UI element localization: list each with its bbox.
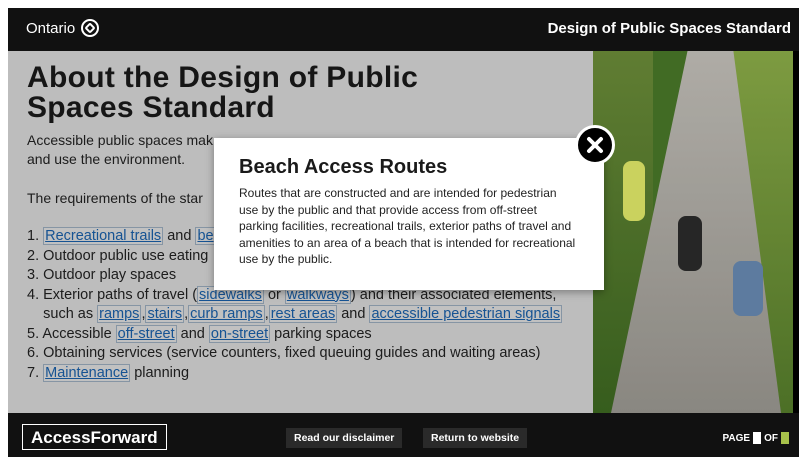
recreational-trails-link[interactable]: Recreational trails (43, 227, 164, 245)
ontario-trillium-icon (81, 19, 100, 37)
page-label: PAGE (722, 432, 751, 444)
runner-figure (623, 161, 645, 221)
stairs-link[interactable]: stairs (145, 305, 185, 323)
runner-figure (678, 216, 702, 271)
list-text: such as (43, 306, 94, 322)
close-icon (587, 137, 603, 153)
read-disclaimer-button[interactable]: Read our disclaimer (286, 428, 403, 448)
of-label: OF (764, 432, 778, 444)
page-current (753, 432, 762, 444)
runners-photo (593, 51, 793, 413)
list-text: and (167, 228, 192, 244)
rest-areas-link[interactable]: rest areas (268, 305, 338, 323)
item-number: 1. (27, 228, 40, 244)
definition-popup: Beach Access Routes Routes that are cons… (214, 138, 604, 290)
list-text: parking spaces (274, 325, 372, 342)
close-button[interactable] (575, 125, 615, 165)
on-street-link[interactable]: on-street (208, 324, 271, 343)
top-bar: Ontario Design of Public Spaces Standard (8, 8, 799, 51)
page-title: About the Design of Public Spaces Standa… (27, 61, 419, 124)
maintenance-link[interactable]: Maintenance (43, 363, 131, 382)
ontario-label: Ontario (26, 19, 76, 37)
page-total (781, 432, 789, 444)
list-text: planning (134, 364, 190, 381)
curb-ramps-link[interactable]: curb ramps (188, 305, 265, 323)
accessible-pedestrian-signals-link[interactable]: accessible pedestrian signals (369, 305, 563, 323)
off-street-link[interactable]: off-street (115, 324, 177, 343)
popup-title: Beach Access Routes (239, 156, 448, 178)
return-to-website-button[interactable]: Return to website (423, 428, 528, 448)
list-item: 6. Obtaining services (service counters,… (27, 345, 541, 361)
page-indicator: PAGE OF (722, 432, 789, 444)
accessforward-logo: AccessForward (22, 424, 167, 450)
list-item: 7. Maintenance planning (27, 363, 562, 384)
list-text: and (341, 306, 366, 322)
list-text: 5. Accessible (27, 325, 112, 342)
list-item: such as ramps, stairs, curb ramps, rest are… (43, 305, 563, 323)
runner-figure (733, 261, 763, 316)
list-text: and (180, 325, 205, 342)
ramps-link[interactable]: ramps (97, 305, 142, 323)
item-number: 7. (27, 364, 40, 381)
course-title: Design of Public Spaces Standard (547, 20, 791, 37)
list-item: 5. Accessible off-street and on-street p… (27, 324, 562, 345)
intro-text-a: Accessible public spaces mak (27, 132, 213, 148)
list-text: 4. Exterior paths of travel ( (27, 286, 198, 303)
beach-access-routes-link[interactable]: be (195, 227, 216, 245)
intro-text-b: and use the environment. (27, 151, 185, 167)
ontario-brand: Ontario (26, 19, 100, 37)
popup-body: Routes that are constructed and are inte… (239, 186, 576, 266)
